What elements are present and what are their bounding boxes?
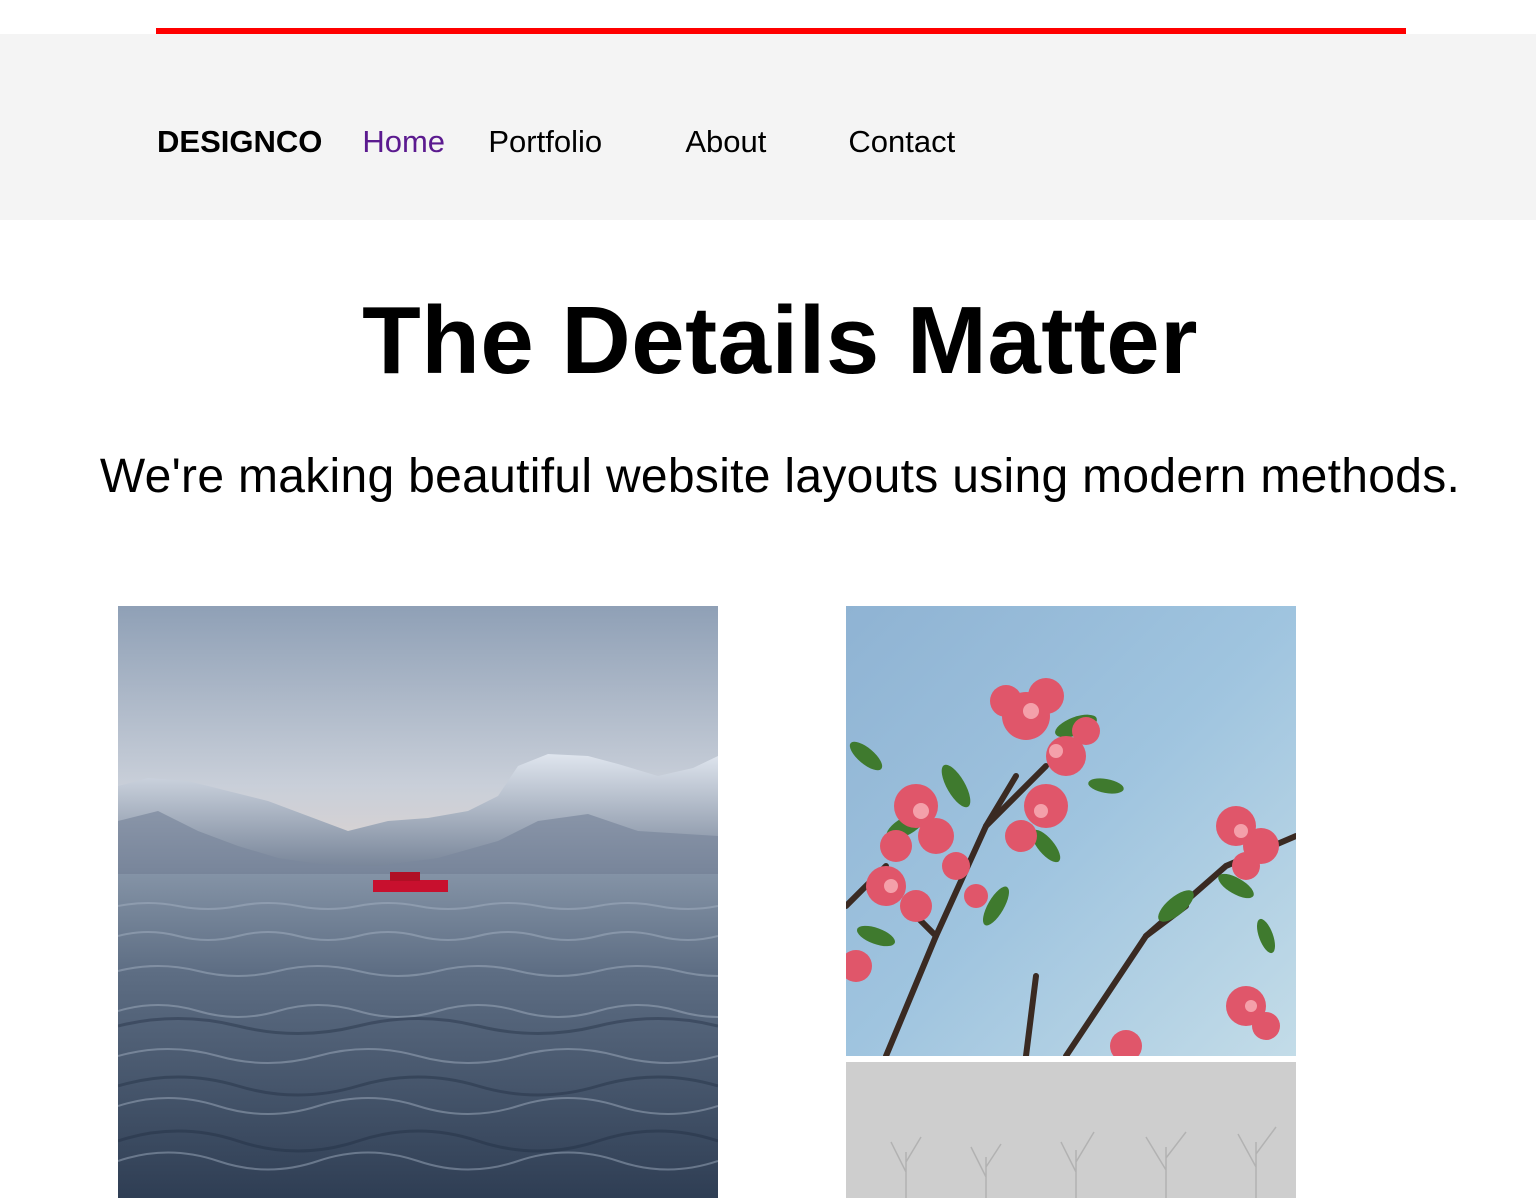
- navbar: DESIGNCO Home Portfolio About Contact: [0, 34, 1536, 220]
- hero-subtitle: We're making beautiful website layouts u…: [99, 450, 1461, 503]
- nav-link-home[interactable]: Home: [362, 122, 488, 162]
- sea-mountains-image: [118, 606, 718, 1198]
- nav-menu: DESIGNCO Home Portfolio About Contact: [157, 122, 955, 162]
- flowers-image: [846, 606, 1296, 1056]
- nav-link-portfolio[interactable]: Portfolio: [488, 122, 685, 162]
- hero-title: The Details Matter: [362, 287, 1198, 394]
- brand-logo[interactable]: DESIGNCO: [157, 122, 322, 162]
- gallery-image-fog[interactable]: [846, 1062, 1296, 1198]
- nav-link-about[interactable]: About: [685, 122, 848, 162]
- page: DESIGNCO Home Portfolio About Contact Th…: [0, 0, 1536, 1198]
- nav-link-contact[interactable]: Contact: [848, 122, 955, 162]
- gallery-image-flowers[interactable]: [846, 606, 1296, 1056]
- foggy-trees-image: [846, 1062, 1296, 1198]
- gallery-image-sea[interactable]: [118, 606, 718, 1198]
